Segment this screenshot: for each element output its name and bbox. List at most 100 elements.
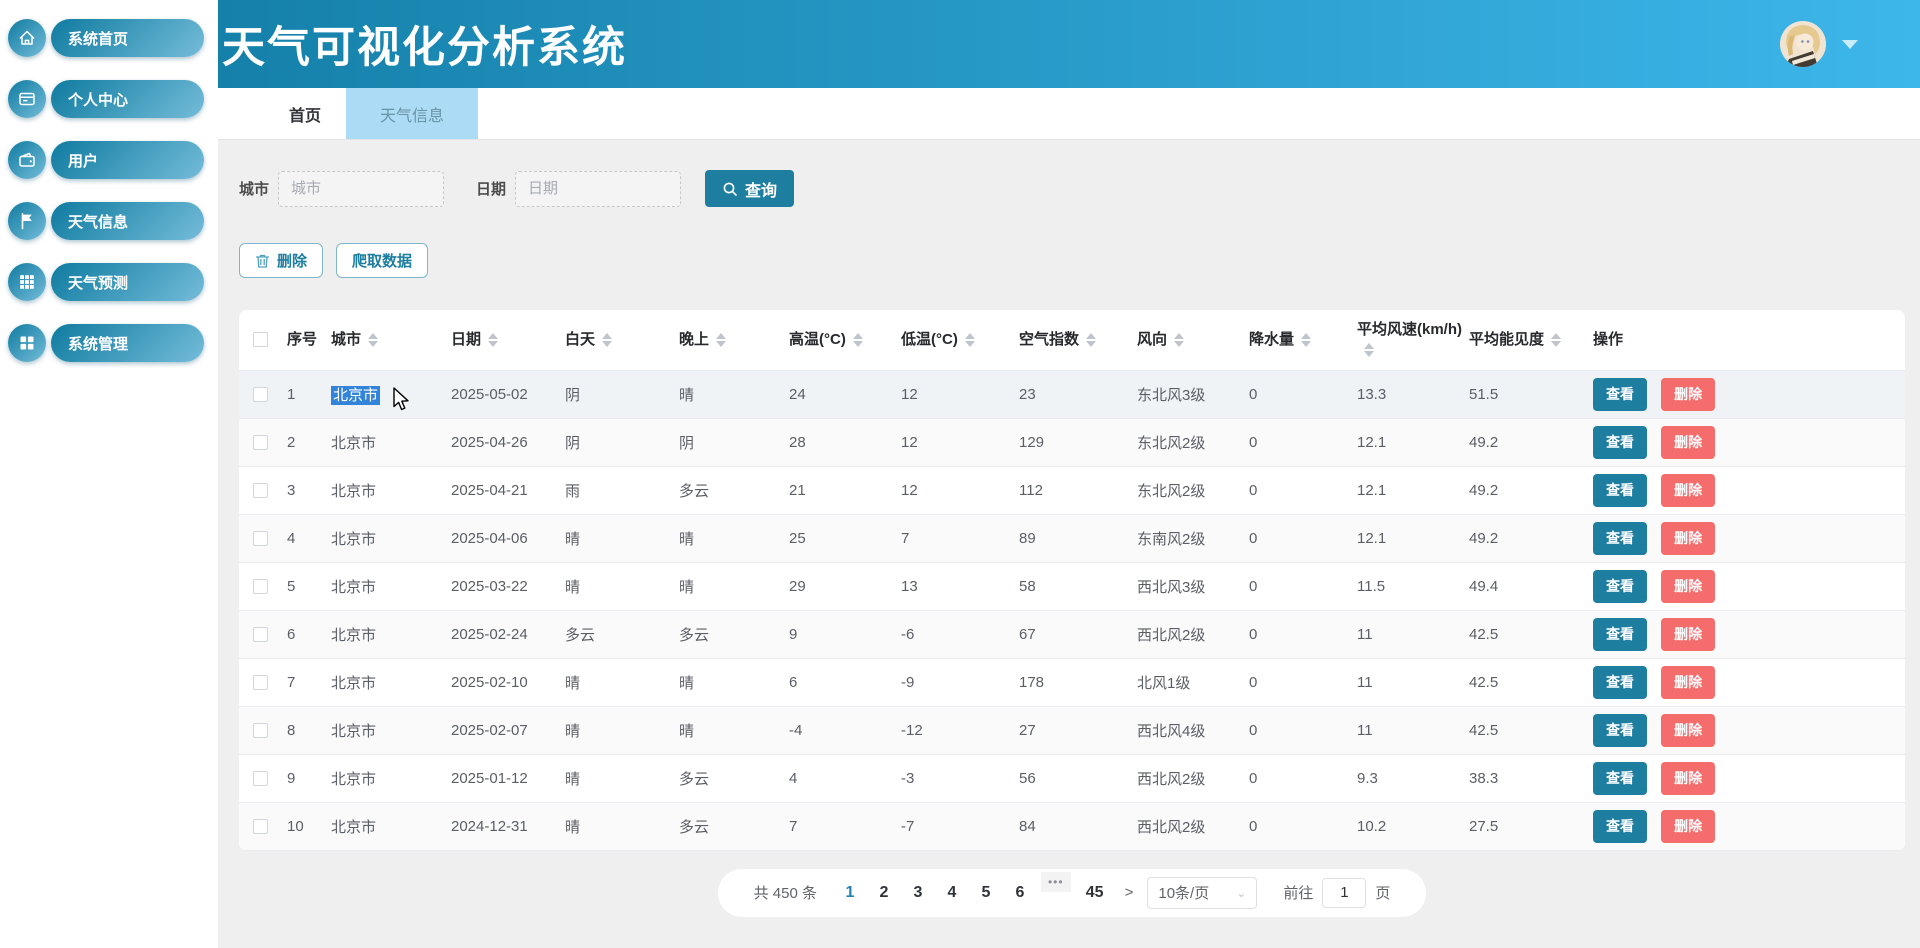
view-button[interactable]: 查看: [1593, 762, 1647, 795]
sort-caret-icon[interactable]: [1086, 333, 1096, 347]
batch-delete-button[interactable]: 删除: [239, 243, 323, 278]
column-header[interactable]: 低温(°C): [899, 310, 1017, 370]
table-row[interactable]: 2 北京市 2025-04-26 阴 阴 28 12 129 东北风2级 0 1…: [239, 418, 1905, 466]
sidebar-item-system-admin[interactable]: 系统管理: [8, 323, 204, 363]
delete-button[interactable]: 删除: [1661, 666, 1715, 699]
table-row[interactable]: 10 北京市 2024-12-31 晴 多云 7 -7 84 西北风2级 0 1…: [239, 802, 1905, 850]
page-number-3[interactable]: 3: [901, 884, 935, 902]
sort-caret-icon[interactable]: [1364, 343, 1374, 357]
delete-button[interactable]: 删除: [1661, 618, 1715, 651]
cell-day: 晴: [563, 706, 677, 754]
column-header[interactable]: 晚上: [677, 310, 787, 370]
column-header[interactable]: 城市: [329, 310, 449, 370]
select-all-checkbox[interactable]: [253, 332, 268, 347]
column-header[interactable]: 白天: [563, 310, 677, 370]
grid3-icon: [8, 263, 46, 301]
page-number-6[interactable]: 6: [1003, 884, 1037, 902]
pagination-last-page[interactable]: 45: [1075, 884, 1115, 902]
view-button[interactable]: 查看: [1593, 474, 1647, 507]
sort-caret-icon[interactable]: [602, 333, 612, 347]
table-row[interactable]: 3 北京市 2025-04-21 雨 多云 21 12 112 东北风2级 0 …: [239, 466, 1905, 514]
sidebar-item-home[interactable]: 系统首页: [8, 18, 204, 58]
table-row[interactable]: 5 北京市 2025-03-22 晴 晴 29 13 58 西北风3级 0 11…: [239, 562, 1905, 610]
page-number-1[interactable]: 1: [833, 884, 867, 902]
delete-button[interactable]: 删除: [1661, 378, 1715, 411]
delete-button[interactable]: 删除: [1661, 522, 1715, 555]
goto-page-input[interactable]: [1322, 878, 1366, 908]
page-number-4[interactable]: 4: [935, 884, 969, 902]
avatar[interactable]: [1780, 21, 1826, 67]
cell-speed: 12.1: [1355, 466, 1467, 514]
table-row[interactable]: 8 北京市 2025-02-07 晴 晴 -4 -12 27 西北风4级 0 1…: [239, 706, 1905, 754]
cell-city: 北京市: [329, 562, 449, 610]
delete-button[interactable]: 删除: [1661, 570, 1715, 603]
row-checkbox[interactable]: [253, 675, 268, 690]
row-checkbox[interactable]: [253, 483, 268, 498]
view-button[interactable]: 查看: [1593, 570, 1647, 603]
table-row[interactable]: 4 北京市 2025-04-06 晴 晴 25 7 89 东南风2级 0 12.…: [239, 514, 1905, 562]
sidebar-item-users[interactable]: 用户: [8, 140, 204, 180]
cell-wind: 西北风2级: [1135, 610, 1247, 658]
table-row[interactable]: 7 北京市 2025-02-10 晴 晴 6 -9 178 北风1级 0 11 …: [239, 658, 1905, 706]
sort-caret-icon[interactable]: [1301, 333, 1311, 347]
view-button[interactable]: 查看: [1593, 426, 1647, 459]
column-header[interactable]: 空气指数: [1017, 310, 1135, 370]
page-size-select[interactable]: 10条/页 ⌄: [1147, 877, 1257, 909]
row-checkbox[interactable]: [253, 819, 268, 834]
cell-night: 多云: [677, 610, 787, 658]
view-button[interactable]: 查看: [1593, 810, 1647, 843]
sidebar-item-weather-info[interactable]: 天气信息: [8, 201, 204, 241]
row-checkbox[interactable]: [253, 723, 268, 738]
delete-button[interactable]: 删除: [1661, 426, 1715, 459]
pagination-next-button[interactable]: >: [1125, 884, 1134, 901]
column-header[interactable]: 高温(°C): [787, 310, 899, 370]
cell-wind: 东北风2级: [1135, 418, 1247, 466]
tab-weather-info[interactable]: 天气信息: [346, 88, 478, 139]
sidebar-item-weather-forecast[interactable]: 天气预测: [8, 262, 204, 302]
view-button[interactable]: 查看: [1593, 714, 1647, 747]
view-button[interactable]: 查看: [1593, 522, 1647, 555]
sort-caret-icon[interactable]: [368, 333, 378, 347]
column-header[interactable]: 平均风速(km/h): [1355, 310, 1467, 370]
delete-button[interactable]: 删除: [1661, 474, 1715, 507]
sort-caret-icon[interactable]: [716, 333, 726, 347]
sort-caret-icon[interactable]: [965, 333, 975, 347]
column-header[interactable]: 降水量: [1247, 310, 1355, 370]
chevron-down-icon[interactable]: [1842, 40, 1858, 49]
view-button[interactable]: 查看: [1593, 618, 1647, 651]
city-input[interactable]: [278, 171, 444, 207]
page-number-5[interactable]: 5: [969, 884, 1003, 902]
sort-caret-icon[interactable]: [853, 333, 863, 347]
cell-date: 2025-04-21: [449, 466, 563, 514]
table-row[interactable]: 6 北京市 2025-02-24 多云 多云 9 -6 67 西北风2级 0 1…: [239, 610, 1905, 658]
pagination-goto: 前往 页: [1283, 878, 1390, 908]
row-checkbox[interactable]: [253, 531, 268, 546]
cell-city: 北京市: [329, 466, 449, 514]
query-button[interactable]: 查询: [705, 170, 794, 207]
page-number-2[interactable]: 2: [867, 884, 901, 902]
delete-button[interactable]: 删除: [1661, 810, 1715, 843]
sidebar-item-profile[interactable]: 个人中心: [8, 79, 204, 119]
row-checkbox[interactable]: [253, 771, 268, 786]
date-input[interactable]: [515, 171, 681, 207]
table-row[interactable]: 1 北京市 2025-05-02 阴 晴 24 12 23 东北风3级 0 13…: [239, 370, 1905, 418]
view-button[interactable]: 查看: [1593, 666, 1647, 699]
pagination-more-button[interactable]: •••: [1041, 872, 1071, 892]
column-header[interactable]: 平均能见度: [1467, 310, 1591, 370]
view-button[interactable]: 查看: [1593, 378, 1647, 411]
column-header[interactable]: 日期: [449, 310, 563, 370]
row-checkbox[interactable]: [253, 435, 268, 450]
user-menu[interactable]: [1780, 21, 1858, 67]
delete-button[interactable]: 删除: [1661, 714, 1715, 747]
crawl-data-button[interactable]: 爬取数据: [336, 243, 428, 278]
table-row[interactable]: 9 北京市 2025-01-12 晴 多云 4 -3 56 西北风2级 0 9.…: [239, 754, 1905, 802]
delete-button[interactable]: 删除: [1661, 762, 1715, 795]
row-checkbox[interactable]: [253, 627, 268, 642]
tab-home[interactable]: 首页: [264, 88, 346, 139]
sort-caret-icon[interactable]: [488, 333, 498, 347]
sort-caret-icon[interactable]: [1551, 333, 1561, 347]
sort-caret-icon[interactable]: [1174, 333, 1184, 347]
row-checkbox[interactable]: [253, 579, 268, 594]
row-checkbox[interactable]: [253, 387, 268, 402]
column-header[interactable]: 风向: [1135, 310, 1247, 370]
